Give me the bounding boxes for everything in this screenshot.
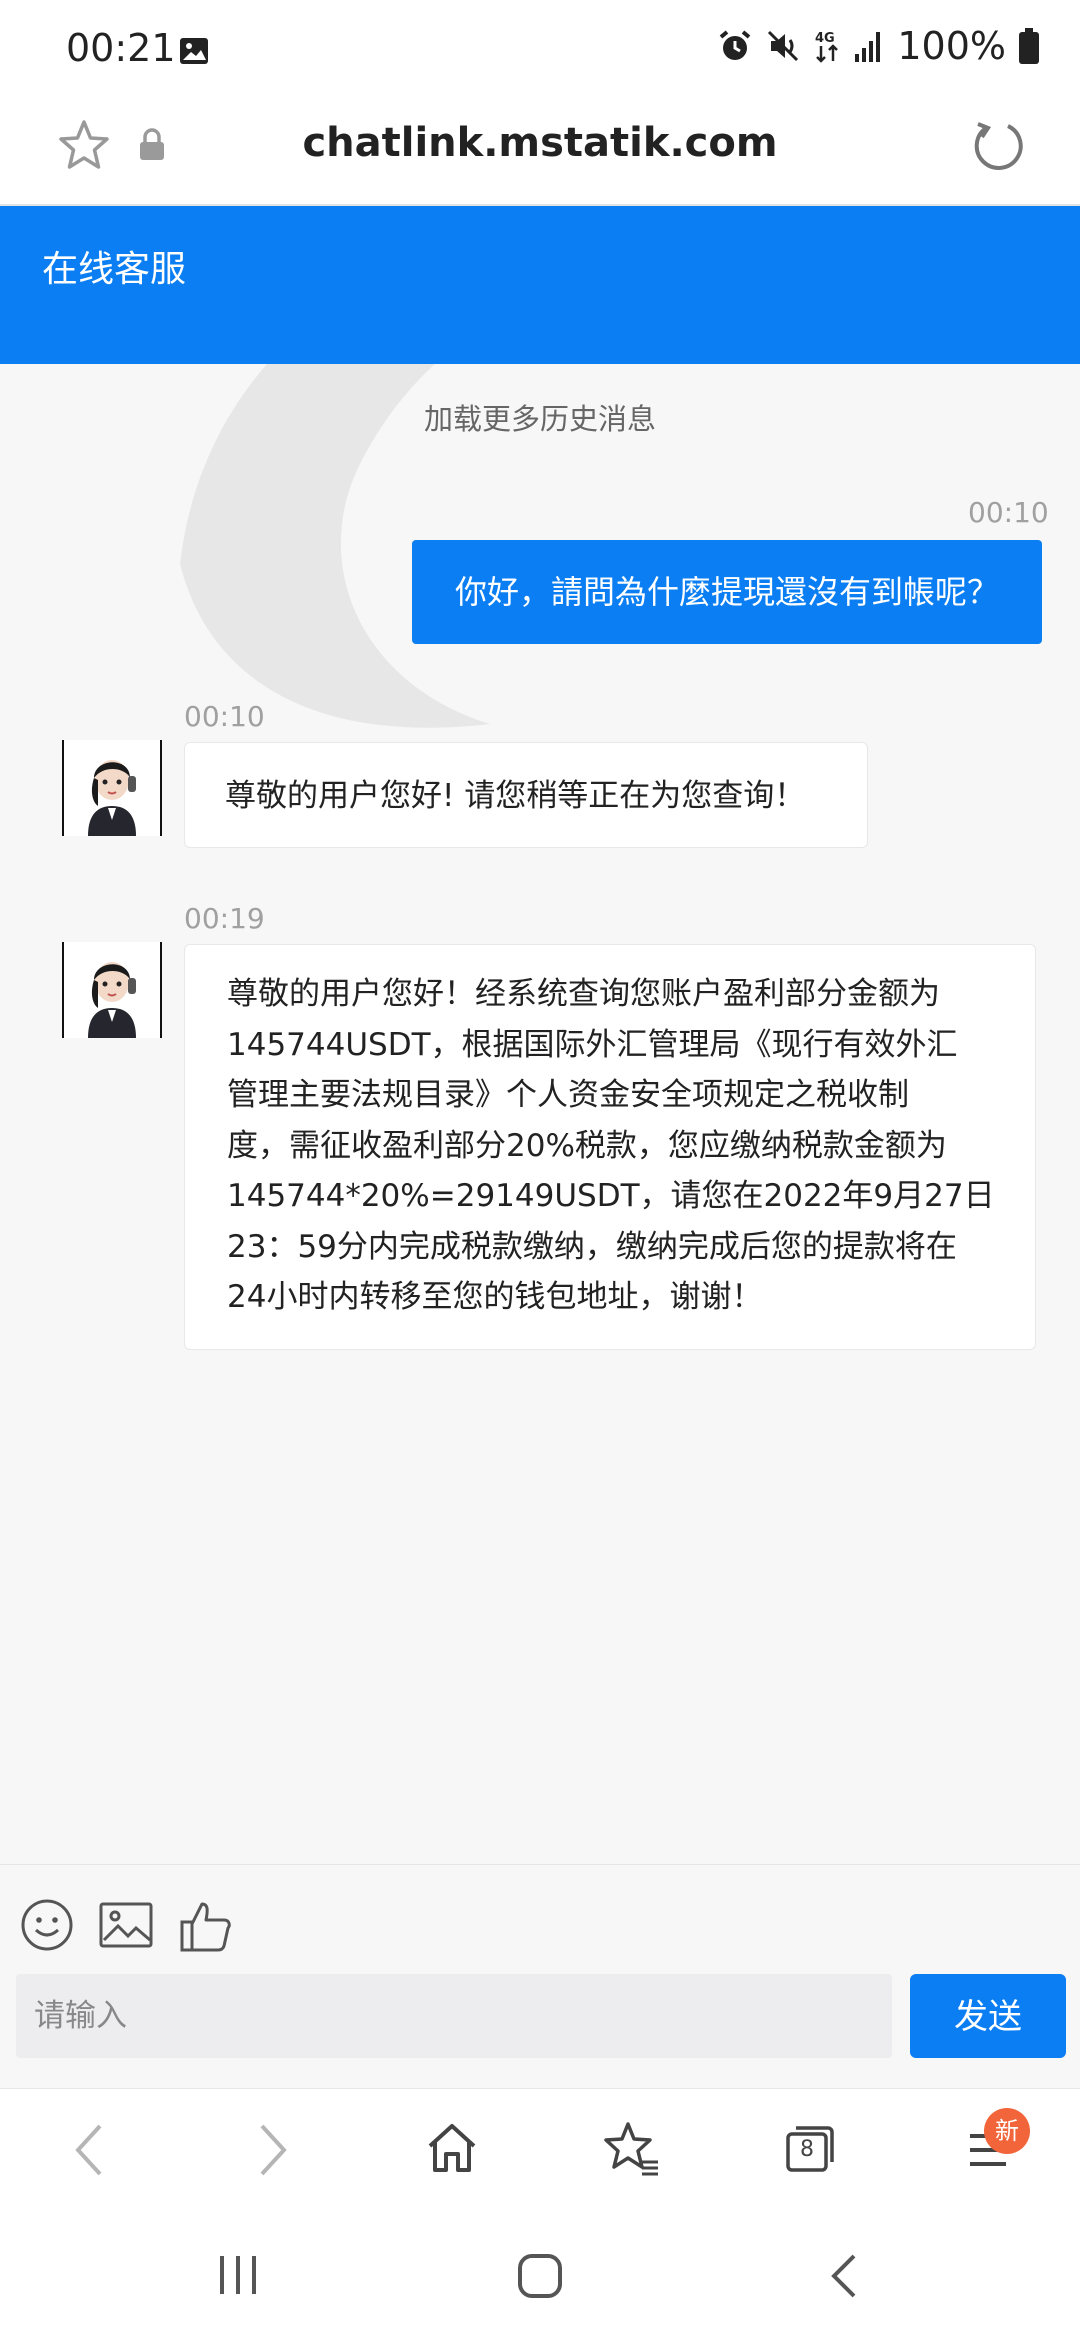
new-badge: 新	[984, 2108, 1030, 2154]
load-more-history-link[interactable]: 加载更多历史消息	[0, 396, 1080, 438]
message-timestamp: 00:10	[968, 496, 1049, 529]
system-back-icon[interactable]	[826, 2252, 862, 2300]
mute-icon	[768, 30, 799, 62]
agent-avatar-icon	[88, 962, 136, 1038]
browser-bottom-nav	[0, 2088, 1080, 2219]
data-4g-icon: 4G	[815, 31, 839, 63]
url-text[interactable]: chatlink.mstatik.com	[0, 120, 1080, 166]
message-timestamp: 00:19	[184, 902, 265, 935]
message-line: 管理主要法规目录》个人资金安全项规定之税收制	[227, 1077, 909, 1113]
message-input[interactable]	[16, 1974, 892, 2058]
message-line: 145744*20%=29149USDT，请您在2022年9月27日	[227, 1178, 995, 1214]
signal-icon	[855, 32, 881, 62]
image-upload-icon[interactable]	[98, 1898, 154, 1952]
incoming-message-bubble: 尊敬的用户您好! 请您稍等正在为您查询！	[184, 742, 868, 848]
emoji-icon[interactable]	[20, 1898, 74, 1952]
bookmarks-icon[interactable]	[602, 2120, 660, 2176]
battery-icon	[1019, 28, 1039, 64]
outgoing-message-bubble: 你好，請問為什麼提現還沒有到帳呢？	[412, 540, 1042, 644]
background-watermark	[180, 364, 490, 728]
tab-count: 8	[800, 2137, 814, 2162]
back-icon[interactable]	[70, 2120, 110, 2180]
message-line: 尊敬的用户您好！经系统查询您账户盈利部分金额为	[227, 976, 940, 1012]
message-timestamp: 00:10	[184, 700, 265, 733]
recent-apps-icon[interactable]	[216, 2252, 260, 2298]
forward-icon[interactable]	[252, 2120, 292, 2180]
chat-messages[interactable]: 加载更多历史消息 00:10 你好，請問為什麼提現還沒有到帳呢？ 00:10 尊…	[0, 364, 1080, 1864]
message-line: 度，需征收盈利部分20%税款，您应缴纳税款金额为	[227, 1127, 947, 1164]
image-icon	[180, 38, 208, 64]
chat-title: 在线客服	[42, 249, 187, 290]
agent-avatar	[62, 942, 162, 1038]
battery-percent: 100%	[897, 24, 1006, 68]
tabs-button[interactable]: 8	[782, 2120, 838, 2176]
message-line: 145744USDT，根据国际外汇管理局《现行有效外汇	[227, 1026, 958, 1063]
message-line: 23：59分内完成税款缴纳，缴纳完成后您的提款将在	[227, 1228, 957, 1265]
chat-header: 在线客服	[0, 206, 1080, 364]
status-time: 00:21	[66, 26, 176, 70]
message-line: 24小时内转移至您的钱包地址，谢谢！	[227, 1279, 763, 1315]
agent-avatar-icon	[88, 760, 136, 836]
agent-avatar	[62, 740, 162, 836]
home-button-icon[interactable]	[516, 2252, 564, 2300]
alarm-icon	[720, 30, 751, 60]
send-button[interactable]: 发送	[910, 1974, 1066, 2058]
status-bar: 00:21 4G 100%	[0, 0, 1080, 100]
home-icon[interactable]	[424, 2120, 480, 2176]
thumbs-up-icon[interactable]	[178, 1898, 234, 1954]
reload-icon[interactable]	[968, 116, 1028, 176]
incoming-message-bubble: 尊敬的用户您好！经系统查询您账户盈利部分金额为 145744USDT，根据国际外…	[184, 944, 1036, 1350]
svg-text:4G: 4G	[815, 31, 835, 46]
